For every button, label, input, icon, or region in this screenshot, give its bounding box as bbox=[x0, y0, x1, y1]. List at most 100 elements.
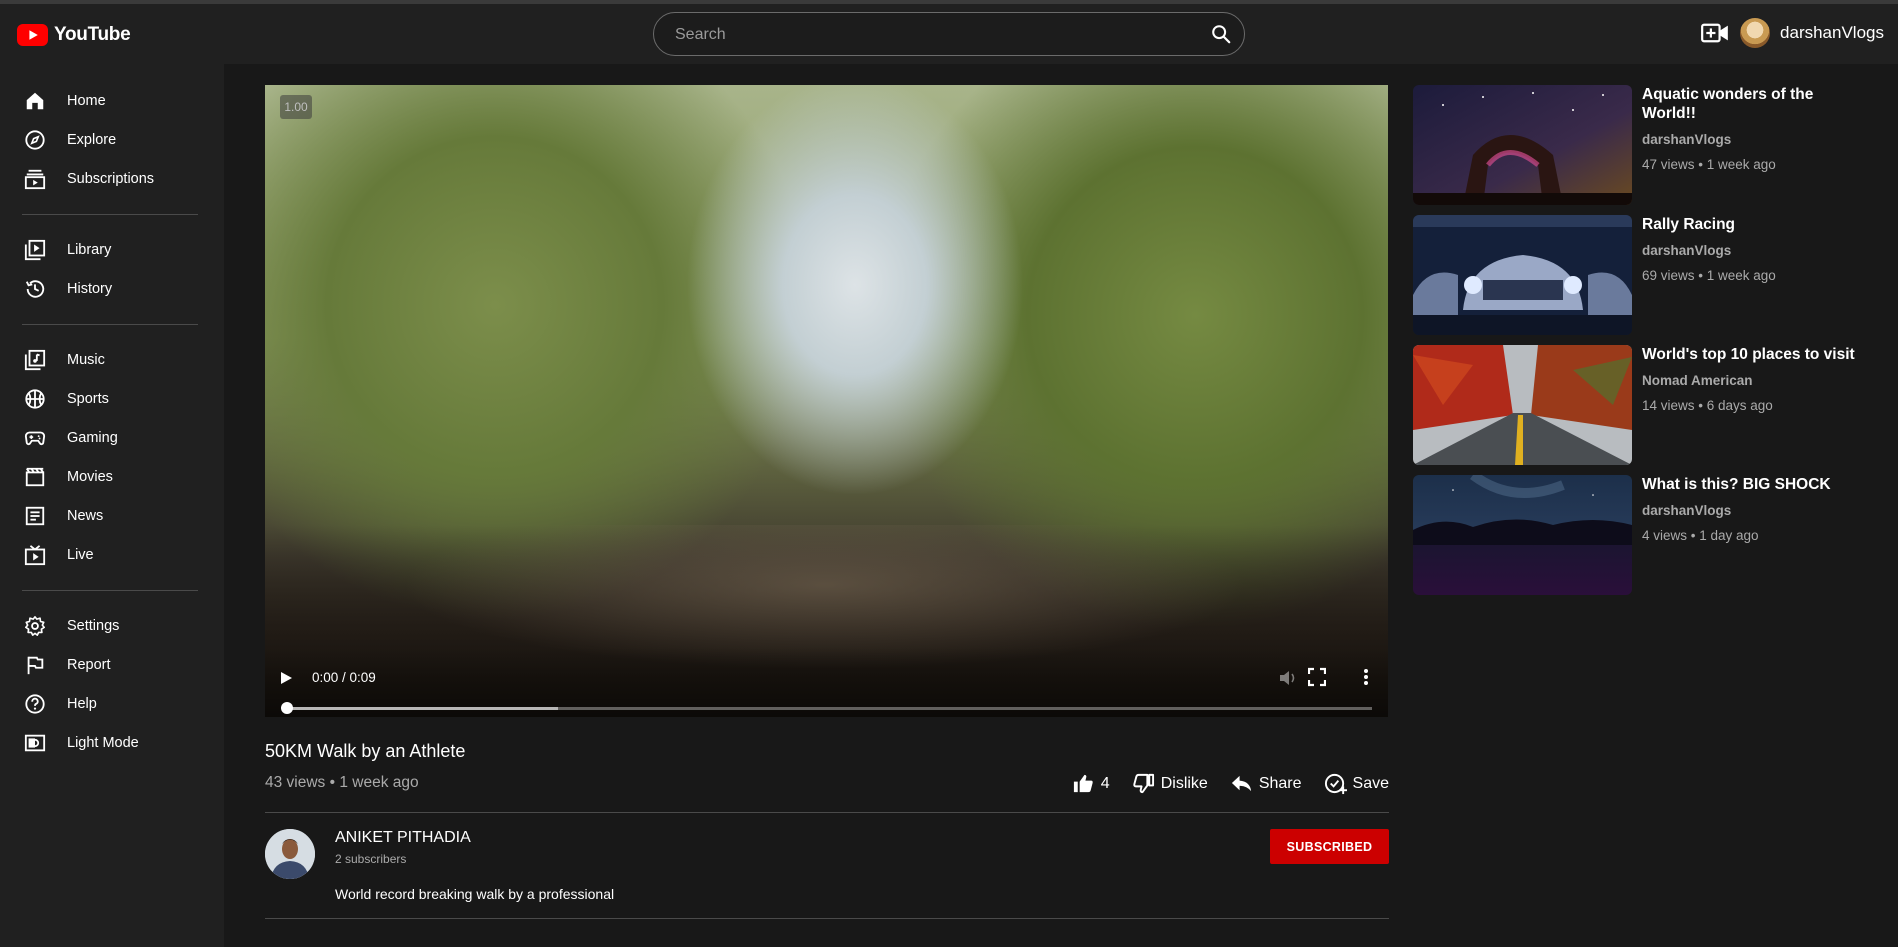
youtube-play-icon bbox=[17, 24, 48, 46]
video-title: 50KM Walk by an Athlete bbox=[265, 741, 466, 761]
history-icon bbox=[24, 278, 46, 300]
dislike-button[interactable]: Dislike bbox=[1132, 772, 1208, 795]
sidebar-item-light-mode[interactable]: Light Mode bbox=[0, 724, 224, 762]
sidebar-item-label: Live bbox=[67, 547, 94, 563]
save-button[interactable]: Save bbox=[1324, 772, 1389, 795]
sidebar-item-label: Subscriptions bbox=[67, 171, 155, 187]
gaming-icon bbox=[24, 427, 46, 449]
sports-icon bbox=[24, 388, 46, 410]
video-thumbnail bbox=[1413, 475, 1632, 595]
suggested-video[interactable]: What is this? BIG SHOCK darshanVlogs 4 v… bbox=[1413, 475, 1873, 595]
sidebar-item-label: Music bbox=[67, 352, 105, 368]
player-controls: 0:00 / 0:09 bbox=[265, 647, 1388, 717]
sidebar-item-sports[interactable]: Sports bbox=[0, 380, 224, 418]
more-options-icon[interactable] bbox=[1362, 667, 1370, 687]
sidebar: Home Explore Subscriptions Library Histo… bbox=[0, 64, 224, 947]
sidebar-item-history[interactable]: History bbox=[0, 270, 224, 308]
user-avatar[interactable] bbox=[1740, 18, 1771, 48]
search-input[interactable] bbox=[673, 13, 1197, 57]
divider bbox=[265, 812, 1389, 813]
help-icon bbox=[24, 693, 46, 715]
suggested-video[interactable]: Aquatic wonders of the World!! darshanVl… bbox=[1413, 85, 1873, 205]
sidebar-item-label: Movies bbox=[67, 469, 113, 485]
sidebar-item-label: History bbox=[67, 281, 113, 297]
sidebar-item-report[interactable]: Report bbox=[0, 646, 224, 684]
sidebar-item-explore[interactable]: Explore bbox=[0, 121, 224, 159]
sidebar-divider bbox=[22, 324, 198, 325]
fullscreen-icon[interactable] bbox=[1308, 667, 1326, 687]
save-icon bbox=[1324, 773, 1347, 795]
suggested-video[interactable]: Rally Racing darshanVlogs 69 views • 1 w… bbox=[1413, 215, 1873, 335]
gear-icon bbox=[24, 615, 46, 637]
sidebar-item-label: Gaming bbox=[67, 430, 118, 446]
video-player[interactable]: 1.00 0:00 / 0:09 bbox=[265, 85, 1388, 717]
sidebar-item-movies[interactable]: Movies bbox=[0, 458, 224, 496]
playback-speed-badge[interactable]: 1.00 bbox=[280, 95, 312, 119]
sidebar-item-label: Settings bbox=[67, 618, 120, 634]
thumbs-up-icon bbox=[1073, 774, 1093, 793]
subscriber-count: 2 subscribers bbox=[335, 852, 407, 866]
suggested-video-channel[interactable]: darshanVlogs bbox=[1642, 132, 1731, 147]
channel-name[interactable]: ANIKET PITHADIA bbox=[335, 829, 471, 847]
channel-avatar[interactable] bbox=[265, 829, 315, 879]
time-display: 0:00 / 0:09 bbox=[312, 670, 376, 685]
video-actions: 4 Dislike Share Save bbox=[1072, 772, 1389, 795]
volume-icon[interactable] bbox=[1278, 668, 1298, 688]
subscribe-button[interactable]: SUBSCRIBED bbox=[1270, 829, 1389, 864]
sidebar-item-settings[interactable]: Settings bbox=[0, 607, 224, 645]
save-label: Save bbox=[1352, 774, 1389, 792]
sidebar-item-live[interactable]: Live bbox=[0, 536, 224, 574]
search-icon[interactable] bbox=[1210, 23, 1232, 45]
progress-scrubber[interactable] bbox=[281, 702, 293, 714]
play-icon[interactable] bbox=[277, 669, 295, 687]
light-mode-icon bbox=[24, 732, 46, 754]
logo-text: YouTube bbox=[54, 24, 131, 45]
share-label: Share bbox=[1258, 774, 1302, 792]
buffered-bar bbox=[287, 707, 559, 710]
sidebar-item-label: Sports bbox=[67, 391, 109, 407]
share-button[interactable]: Share bbox=[1230, 772, 1302, 795]
news-icon bbox=[24, 505, 46, 527]
progress-bar[interactable] bbox=[281, 702, 1372, 714]
suggested-video-meta: 4 views • 1 day ago bbox=[1642, 528, 1759, 543]
suggested-video-title[interactable]: Rally Racing bbox=[1642, 215, 1862, 234]
username[interactable]: darshanVlogs bbox=[1780, 23, 1884, 43]
movies-icon bbox=[24, 466, 46, 488]
library-icon bbox=[24, 239, 46, 261]
sidebar-item-label: Explore bbox=[67, 132, 117, 148]
home-icon bbox=[24, 90, 46, 112]
sidebar-item-home[interactable]: Home bbox=[0, 82, 224, 120]
suggested-video[interactable]: World's top 10 places to visit Nomad Ame… bbox=[1413, 345, 1873, 465]
suggested-video-title[interactable]: World's top 10 places to visit bbox=[1642, 345, 1862, 364]
share-icon bbox=[1231, 775, 1251, 792]
sidebar-item-label: Report bbox=[67, 657, 111, 673]
live-icon bbox=[24, 544, 46, 566]
video-meta: 43 views • 1 week ago bbox=[265, 774, 419, 791]
sidebar-item-subscriptions[interactable]: Subscriptions bbox=[0, 160, 224, 198]
search-bar bbox=[653, 12, 1245, 57]
suggested-video-channel[interactable]: darshanVlogs bbox=[1642, 503, 1731, 518]
suggested-video-meta: 14 views • 6 days ago bbox=[1642, 398, 1773, 413]
sidebar-item-label: News bbox=[67, 508, 104, 524]
sidebar-item-news[interactable]: News bbox=[0, 497, 224, 535]
sidebar-item-help[interactable]: Help bbox=[0, 685, 224, 723]
suggested-video-title[interactable]: Aquatic wonders of the World!! bbox=[1642, 85, 1862, 123]
suggested-video-meta: 69 views • 1 week ago bbox=[1642, 268, 1776, 283]
dislike-label: Dislike bbox=[1160, 774, 1208, 792]
flag-icon bbox=[24, 654, 46, 676]
suggested-video-title[interactable]: What is this? BIG SHOCK bbox=[1642, 475, 1862, 494]
sidebar-item-gaming[interactable]: Gaming bbox=[0, 419, 224, 457]
like-button[interactable]: 4 bbox=[1072, 772, 1110, 795]
sidebar-item-library[interactable]: Library bbox=[0, 231, 224, 269]
youtube-logo[interactable]: YouTube bbox=[17, 24, 131, 46]
suggested-video-channel[interactable]: Nomad American bbox=[1642, 373, 1753, 388]
suggested-video-meta: 47 views • 1 week ago bbox=[1642, 157, 1776, 172]
sidebar-item-music[interactable]: Music bbox=[0, 341, 224, 379]
sidebar-item-label: Help bbox=[67, 696, 97, 712]
suggested-video-channel[interactable]: darshanVlogs bbox=[1642, 243, 1731, 258]
sidebar-item-label: Home bbox=[67, 93, 106, 109]
header-user-area: darshanVlogs bbox=[1700, 18, 1884, 48]
create-video-icon[interactable] bbox=[1700, 18, 1730, 48]
subscriptions-icon bbox=[24, 168, 46, 190]
video-thumbnail bbox=[1413, 215, 1632, 335]
